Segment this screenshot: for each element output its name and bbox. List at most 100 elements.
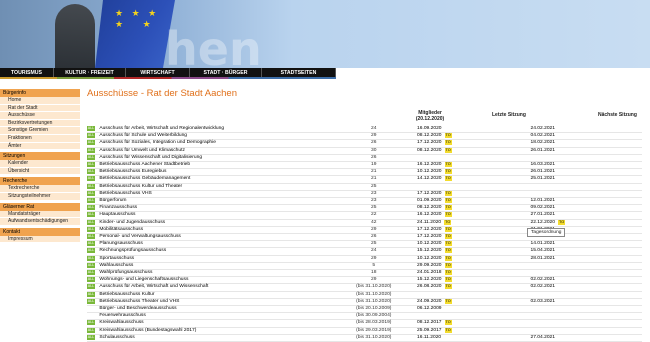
agenda-badge[interactable]: TO: [444, 176, 452, 182]
next-session-date[interactable]: 28.01.2021: [531, 256, 555, 261]
last-session-date[interactable]: 15.12.2020: [417, 277, 441, 282]
sidebar-item[interactable]: Ämter: [0, 142, 80, 151]
all-tag-icon[interactable]: ALL: [87, 205, 95, 211]
all-tag-icon[interactable]: ALL: [87, 226, 95, 232]
last-session-date[interactable]: 08.12.2017: [417, 320, 441, 325]
all-tag-icon[interactable]: ALL: [87, 162, 95, 168]
all-tag-icon[interactable]: ALL: [87, 270, 95, 276]
last-session-date[interactable]: 17.12.2020: [417, 191, 441, 196]
last-session-date[interactable]: 16.11.2020: [417, 335, 441, 340]
agenda-badge[interactable]: TO: [444, 270, 452, 276]
sidebar-item[interactable]: Home: [0, 97, 80, 105]
next-session-date[interactable]: 27.04.2021: [531, 335, 555, 340]
next-session-date[interactable]: 18.02.2021: [531, 140, 555, 145]
agenda-badge[interactable]: TO: [444, 133, 452, 139]
agenda-badge[interactable]: TO: [444, 248, 452, 254]
all-tag-icon[interactable]: ALL: [87, 255, 95, 261]
last-session-date[interactable]: 24.11.2020: [417, 220, 441, 225]
next-session-date[interactable]: 27.01.2021: [531, 212, 555, 217]
committee-name-link[interactable]: Sportausschuss: [97, 255, 333, 263]
next-session-date[interactable]: 26.01.2021: [531, 148, 555, 153]
agenda-badge[interactable]: TO: [444, 234, 452, 240]
committee-name-link[interactable]: Betriebsausschuss Aachener Stadtbetrieb: [97, 161, 333, 170]
committee-name-link[interactable]: Hauptausschuss: [97, 211, 333, 220]
agenda-badge[interactable]: TO: [444, 298, 452, 304]
committee-name-link[interactable]: Bürger- und Beschwerdeausschuss: [97, 305, 333, 314]
agenda-badge[interactable]: TO: [444, 277, 452, 283]
all-tag-icon[interactable]: ALL: [87, 234, 95, 240]
agenda-badge[interactable]: TO: [444, 255, 452, 261]
last-session-date[interactable]: 17.12.2020: [417, 234, 441, 239]
committee-name-link[interactable]: Ausschuss für Arbeit, Wirtschaft und Wis…: [97, 283, 333, 292]
committee-name-link[interactable]: Betriebsausschuss Gebäudemanagement: [97, 175, 333, 184]
agenda-badge[interactable]: TO: [444, 140, 452, 146]
committee-name-link[interactable]: Ausschuss für Wissenschaft und Digitalis…: [97, 154, 333, 163]
agenda-badge[interactable]: TO: [444, 205, 452, 211]
all-tag-icon[interactable]: ALL: [87, 320, 95, 326]
all-tag-icon[interactable]: ALL: [87, 334, 95, 340]
all-tag-icon[interactable]: ALL: [87, 169, 95, 175]
committee-name-link[interactable]: Wahlprüfungsausschuss: [97, 269, 333, 278]
committee-name-link[interactable]: Kreiswahlausschuss: [97, 319, 333, 328]
committee-name-link[interactable]: Kreiswahlausschuss (Bundestagswahl 2017): [97, 327, 333, 335]
committee-name-link[interactable]: Ausschuss für Soziales, Integration und …: [97, 139, 333, 148]
all-tag-icon[interactable]: ALL: [87, 140, 95, 146]
last-session-date[interactable]: 06.12.2009: [417, 306, 441, 311]
agenda-badge[interactable]: TO: [444, 320, 452, 326]
last-session-date[interactable]: 16.09.2020: [417, 126, 441, 131]
sidebar-item[interactable]: Mandatsträger: [0, 210, 80, 219]
committee-name-link[interactable]: Kinder- und Jugendausschuss: [97, 219, 333, 227]
all-tag-icon[interactable]: ALL: [87, 133, 95, 139]
committee-name-link[interactable]: Bürgerforum: [97, 197, 333, 206]
agenda-badge[interactable]: TO: [444, 147, 452, 153]
next-session-date[interactable]: 09.02.2021: [531, 205, 555, 210]
sidebar-item[interactable]: Bezirksvertretungen: [0, 119, 80, 128]
all-tag-icon[interactable]: ALL: [87, 154, 95, 160]
all-tag-icon[interactable]: ALL: [87, 198, 95, 204]
next-session-date[interactable]: 04.02.2021: [531, 133, 555, 138]
all-tag-icon[interactable]: ALL: [87, 284, 95, 290]
agenda-badge[interactable]: TO: [444, 169, 452, 175]
sidebar-item[interactable]: Übersicht: [0, 167, 80, 176]
last-session-date[interactable]: 10.12.2020: [417, 256, 441, 261]
all-tag-icon[interactable]: ALL: [87, 183, 95, 189]
last-session-date[interactable]: 16.12.2020: [417, 212, 441, 217]
next-session-date[interactable]: 12.01.2021: [531, 198, 555, 203]
last-session-date[interactable]: 17.12.2020: [417, 227, 441, 232]
next-session-date[interactable]: 25.01.2021: [531, 176, 555, 181]
agenda-badge[interactable]: TO: [444, 262, 452, 268]
committee-name-link[interactable]: Betriebsausschuss VHS: [97, 190, 333, 199]
committee-name-link[interactable]: Betriebsausschuss Kultur und Theater: [97, 183, 333, 191]
committee-name-link[interactable]: Wahlausschuss: [97, 262, 333, 271]
committee-name-link[interactable]: Betriebsausschuss Euregiebus: [97, 168, 333, 177]
committee-name-link[interactable]: Mobilitätsausschuss: [97, 226, 333, 235]
last-session-date[interactable]: 26.08.2020: [417, 284, 441, 289]
committee-name-link[interactable]: Feuerwehrausschuss: [97, 312, 333, 321]
all-tag-icon[interactable]: ALL: [87, 291, 95, 297]
last-session-date[interactable]: 24.09.2020: [417, 299, 441, 304]
last-session-date[interactable]: 01.09.2020: [417, 198, 441, 203]
last-session-date[interactable]: 16.12.2020: [417, 162, 441, 167]
agenda-badge[interactable]: TO: [444, 162, 452, 168]
sidebar-item[interactable]: Fraktionen: [0, 134, 80, 143]
sidebar-item[interactable]: Sonstige Gremien: [0, 127, 80, 135]
sidebar-item[interactable]: Impressum: [0, 235, 80, 244]
all-tag-icon[interactable]: ALL: [87, 248, 95, 254]
last-session-date[interactable]: 08.12.2020: [417, 205, 441, 210]
committee-name-link[interactable]: Ausschuss für Umwelt und Klimaschutz: [97, 147, 333, 155]
last-session-date[interactable]: 17.12.2020: [417, 140, 441, 145]
agenda-badge[interactable]: TO: [444, 284, 452, 290]
committee-name-link[interactable]: Rechnungsprüfungsausschuss: [97, 247, 333, 256]
all-tag-icon[interactable]: ALL: [87, 219, 95, 225]
last-session-date[interactable]: 15.12.2020: [417, 248, 441, 253]
sidebar-item[interactable]: Textrecherche: [0, 185, 80, 193]
committee-name-link[interactable]: Planungsausschuss: [97, 240, 333, 249]
all-tag-icon[interactable]: ALL: [87, 126, 95, 131]
committee-name-link[interactable]: Wohnungs- und Liegenschaftsausschuss: [97, 276, 333, 285]
sidebar-item[interactable]: Kalender: [0, 160, 80, 168]
last-session-date[interactable]: 14.12.2020: [417, 176, 441, 181]
next-session-date[interactable]: 02.02.2021: [531, 277, 555, 282]
last-session-date[interactable]: 10.12.2020: [417, 241, 441, 246]
sidebar-item[interactable]: Sitzungsteilnehmer: [0, 192, 80, 201]
all-tag-icon[interactable]: ALL: [87, 298, 95, 304]
